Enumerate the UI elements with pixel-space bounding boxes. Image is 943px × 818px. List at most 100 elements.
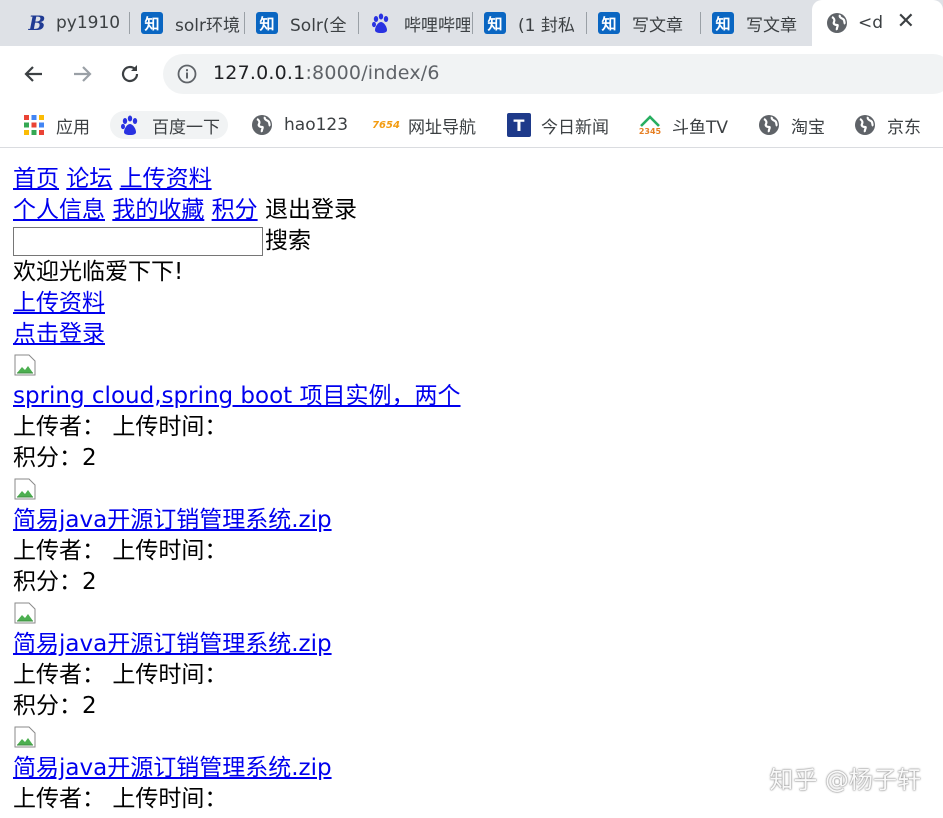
bookmark-7654[interactable]: 7654 网址导航	[372, 111, 476, 139]
main-nav: 首页 论坛 上传资料	[13, 164, 933, 195]
zhihu-watermark: 知乎 @杨子轩	[769, 766, 921, 794]
b-icon: B	[28, 11, 46, 35]
tab-7[interactable]: 知 写文章	[712, 0, 808, 46]
arrow-left-icon	[24, 66, 42, 82]
tab-strip: B py1910 知 solr环境 知 Solr(全 哔哩哔哩 知 (1 封私 …	[0, 0, 943, 46]
forward-button[interactable]	[67, 59, 97, 89]
logout-text[interactable]: 退出登录	[265, 197, 357, 223]
arrow-right-icon	[74, 66, 92, 82]
tab-2[interactable]: 知 solr环境	[141, 0, 247, 46]
item-title-link[interactable]: 简易java开源订销管理系统.zip	[13, 507, 332, 533]
tab-5[interactable]: 知 (1 封私	[484, 0, 590, 46]
2345-icon: 2345	[638, 113, 662, 137]
bookmark-baidu[interactable]: 百度一下	[110, 111, 228, 139]
tab-3[interactable]: 知 Solr(全	[256, 0, 362, 46]
globe-icon	[826, 12, 848, 34]
zhihu-icon: 知	[256, 12, 278, 34]
tab-title: py1910	[56, 13, 121, 33]
uploader-label: 上传者：	[13, 414, 105, 440]
points-link[interactable]: 积分	[212, 197, 258, 223]
item-meta: 上传者： 上传时间：	[13, 536, 933, 567]
item-title-link[interactable]: 简易java开源订销管理系统.zip	[13, 755, 332, 781]
reload-button[interactable]	[115, 59, 145, 89]
uploader-label: 上传者：	[13, 786, 105, 812]
tab-separator	[129, 12, 130, 34]
bookmark-label: 应用	[56, 117, 90, 138]
baidu-paw-icon	[370, 12, 392, 34]
search-input[interactable]	[13, 227, 263, 256]
login-link[interactable]: 点击登录	[13, 321, 105, 347]
search-row: 搜索	[13, 226, 933, 257]
tab-6[interactable]: 知 写文章	[598, 0, 704, 46]
profile-link[interactable]: 个人信息	[13, 197, 105, 223]
address-bar[interactable]: 127.0.0.1:8000/index/6	[163, 54, 943, 94]
globe-icon	[757, 113, 781, 137]
bookmark-taobao[interactable]: 淘宝	[757, 111, 825, 139]
uploader-label: 上传者：	[13, 538, 105, 564]
broken-image-icon[interactable]	[13, 353, 37, 377]
tab-title: (1 封私	[518, 15, 575, 36]
search-button[interactable]: 搜索	[265, 228, 311, 254]
page-content: 首页 论坛 上传资料 个人信息 我的收藏 积分 退出登录 搜索 欢迎光临爱下下!…	[13, 164, 933, 815]
bookmark-label: hao123	[284, 115, 349, 135]
close-tab-icon[interactable]: ✕	[897, 9, 915, 34]
broken-image-icon[interactable]	[13, 725, 37, 749]
bookmark-label: 今日新闻	[541, 117, 609, 138]
tab-separator	[472, 12, 473, 34]
bookmark-label: 淘宝	[791, 117, 825, 138]
tab-1[interactable]: B py1910	[26, 0, 122, 46]
tab-title: <d	[858, 13, 884, 33]
2345-badge: 2345	[638, 127, 662, 136]
zhihu-icon: 知	[484, 12, 506, 34]
upload-time-label: 上传时间：	[112, 414, 228, 440]
upload-time-label: 上传时间：	[112, 786, 228, 812]
back-button[interactable]	[19, 59, 49, 89]
nav-forum-link[interactable]: 论坛	[66, 166, 112, 192]
item-points: 积分：2	[13, 693, 97, 719]
info-icon[interactable]	[177, 64, 197, 84]
bookmark-toutiao[interactable]: T 今日新闻	[507, 111, 609, 139]
broken-image-icon[interactable]	[13, 477, 37, 501]
zhihu-icon: 知	[141, 12, 163, 34]
bookmark-apps[interactable]: 应用	[22, 111, 90, 139]
bookmark-hao123[interactable]: hao123	[250, 111, 348, 139]
zhihu-icon: 知	[712, 12, 734, 34]
toutiao-icon: T	[507, 113, 531, 137]
tab-active[interactable]: <d ✕	[812, 0, 943, 46]
bookmark-label: 京东	[887, 117, 921, 138]
upload-link[interactable]: 上传资料	[13, 290, 105, 316]
broken-image-icon[interactable]	[13, 601, 37, 625]
baidu-paw-icon	[118, 113, 142, 137]
url-path: :8000/index/6	[305, 62, 440, 84]
tab-4[interactable]: 哔哩哔哩	[370, 0, 476, 46]
user-nav: 个人信息 我的收藏 积分 退出登录	[13, 195, 933, 226]
tab-title: solr环境	[175, 15, 240, 36]
bookmark-jd[interactable]: 京东	[853, 111, 921, 139]
tab-separator	[586, 12, 587, 34]
item-points: 积分：2	[13, 569, 97, 595]
tab-title: 写文章	[746, 15, 797, 36]
bookmark-label: 网址导航	[408, 117, 476, 138]
item-points: 积分：2	[13, 445, 97, 471]
favorites-link[interactable]: 我的收藏	[112, 197, 204, 223]
bookmarks-bar: 应用 百度一下 hao123 7654 网址导航 T 今日新闻 2345 斗鱼T…	[0, 102, 943, 148]
globe-icon	[853, 113, 877, 137]
tab-separator	[358, 12, 359, 34]
url-host: 127.0.0.1	[213, 62, 306, 84]
uploader-label: 上传者：	[13, 662, 105, 688]
item-title-link[interactable]: 简易java开源订销管理系统.zip	[13, 631, 332, 657]
tab-separator	[700, 12, 701, 34]
tab-title: 哔哩哔哩	[404, 15, 470, 36]
nav-upload-link[interactable]: 上传资料	[120, 166, 212, 192]
tab-title: Solr(全	[290, 15, 347, 36]
item-title-link[interactable]: spring cloud,spring boot 项目实例，两个	[13, 383, 461, 409]
nav-home-link[interactable]: 首页	[13, 166, 59, 192]
upload-time-label: 上传时间：	[112, 538, 228, 564]
bookmark-douyu[interactable]: 2345 斗鱼TV	[638, 111, 728, 139]
globe-icon	[250, 113, 274, 137]
7654-icon: 7654	[372, 119, 400, 131]
tab-separator	[244, 12, 245, 34]
tab-title: 写文章	[632, 15, 683, 36]
welcome-text: 欢迎光临爱下下!	[13, 259, 184, 285]
item-meta: 上传者： 上传时间：	[13, 660, 933, 691]
